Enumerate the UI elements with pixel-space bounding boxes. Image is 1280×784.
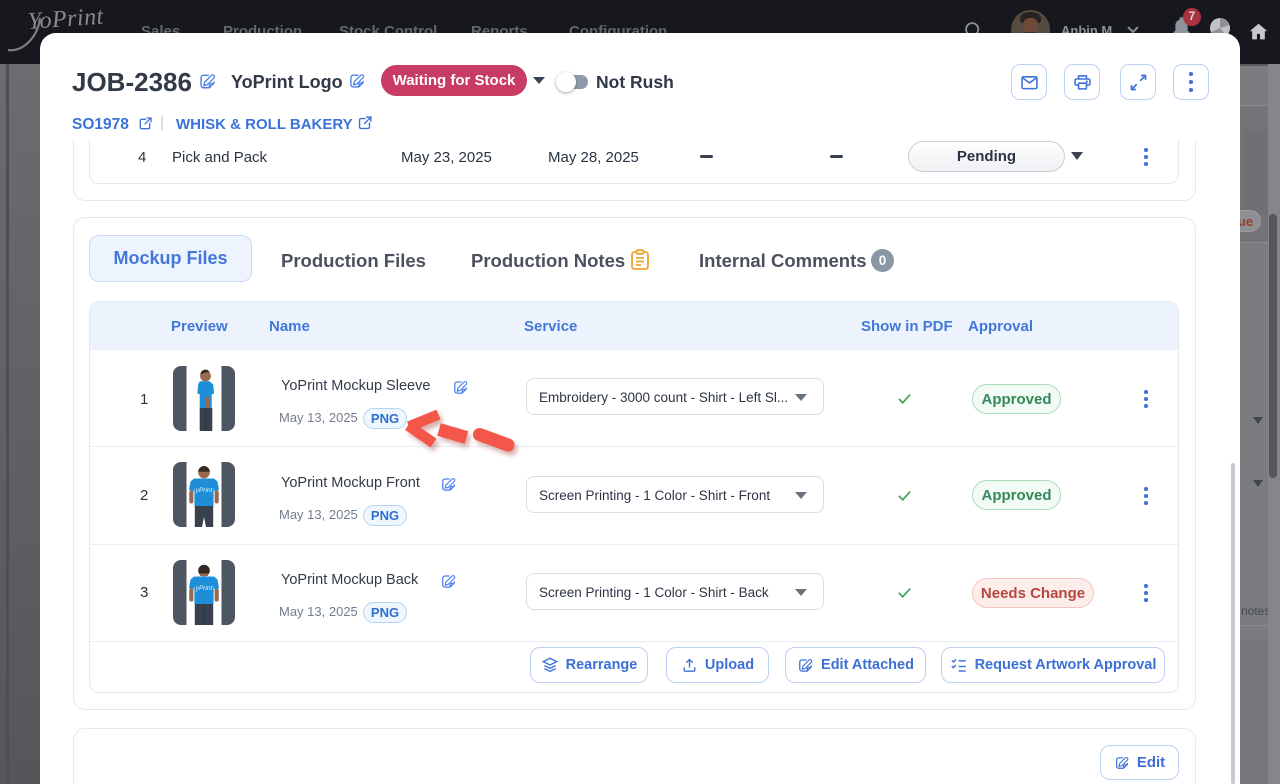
svg-text:yPrint: yPrint — [195, 487, 214, 494]
svg-text:yPrint: yPrint — [195, 585, 214, 592]
